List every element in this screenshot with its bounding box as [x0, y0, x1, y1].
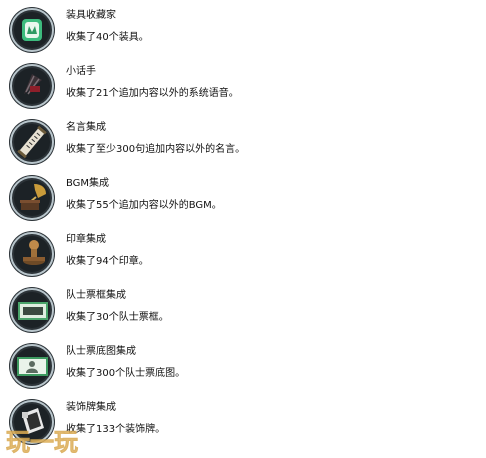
achievement-description: 收集了55个追加内容以外的BGM。 — [66, 200, 222, 211]
achievement-title: 装具收藏家 — [66, 10, 116, 21]
achievement-row: 队士票底图集成 收集了300个队士票底图。 — [0, 336, 486, 392]
watermark-logo: 玩一玩 — [6, 428, 78, 456]
achievement-title: BGM集成 — [66, 178, 110, 189]
achievement-title: 队士票框集成 — [66, 290, 126, 301]
achievement-row: BGM集成 收集了55个追加内容以外的BGM。 — [0, 168, 486, 224]
achievement-title: 队士票底图集成 — [66, 346, 136, 357]
achievement-description: 收集了30个队士票框。 — [66, 312, 169, 323]
svg-text:玩一玩: 玩一玩 — [6, 428, 78, 456]
achievement-title: 印章集成 — [66, 234, 106, 245]
achievement-description: 收集了300个队士票底图。 — [66, 368, 186, 379]
achievement-row: 印章集成 收集了94个印章。 — [0, 224, 486, 280]
achievement-row: 装具收藏家 收集了40个装具。 — [0, 0, 486, 56]
achievement-title: 名言集成 — [66, 122, 106, 133]
stamp-icon — [9, 231, 55, 277]
card-icon — [9, 7, 55, 53]
achievement-row: 名言集成 收集了至少300句追加内容以外的名言。 — [0, 112, 486, 168]
achievement-description: 收集了21个追加内容以外的系统语音。 — [66, 88, 239, 99]
ticket-frame-icon — [9, 287, 55, 333]
scroll-icon — [9, 119, 55, 165]
achievement-description: 收集了至少300句追加内容以外的名言。 — [66, 144, 246, 155]
fan-icon — [9, 63, 55, 109]
achievement-row: 队士票框集成 收集了30个队士票框。 — [0, 280, 486, 336]
gramophone-icon — [9, 175, 55, 221]
achievement-row: 小话手 收集了21个追加内容以外的系统语音。 — [0, 56, 486, 112]
achievement-description: 收集了40个装具。 — [66, 32, 149, 43]
achievement-title: 装饰牌集成 — [66, 402, 116, 413]
achievement-description: 收集了94个印章。 — [66, 256, 149, 267]
achievement-title: 小话手 — [66, 66, 96, 77]
ticket-background-icon — [9, 343, 55, 389]
